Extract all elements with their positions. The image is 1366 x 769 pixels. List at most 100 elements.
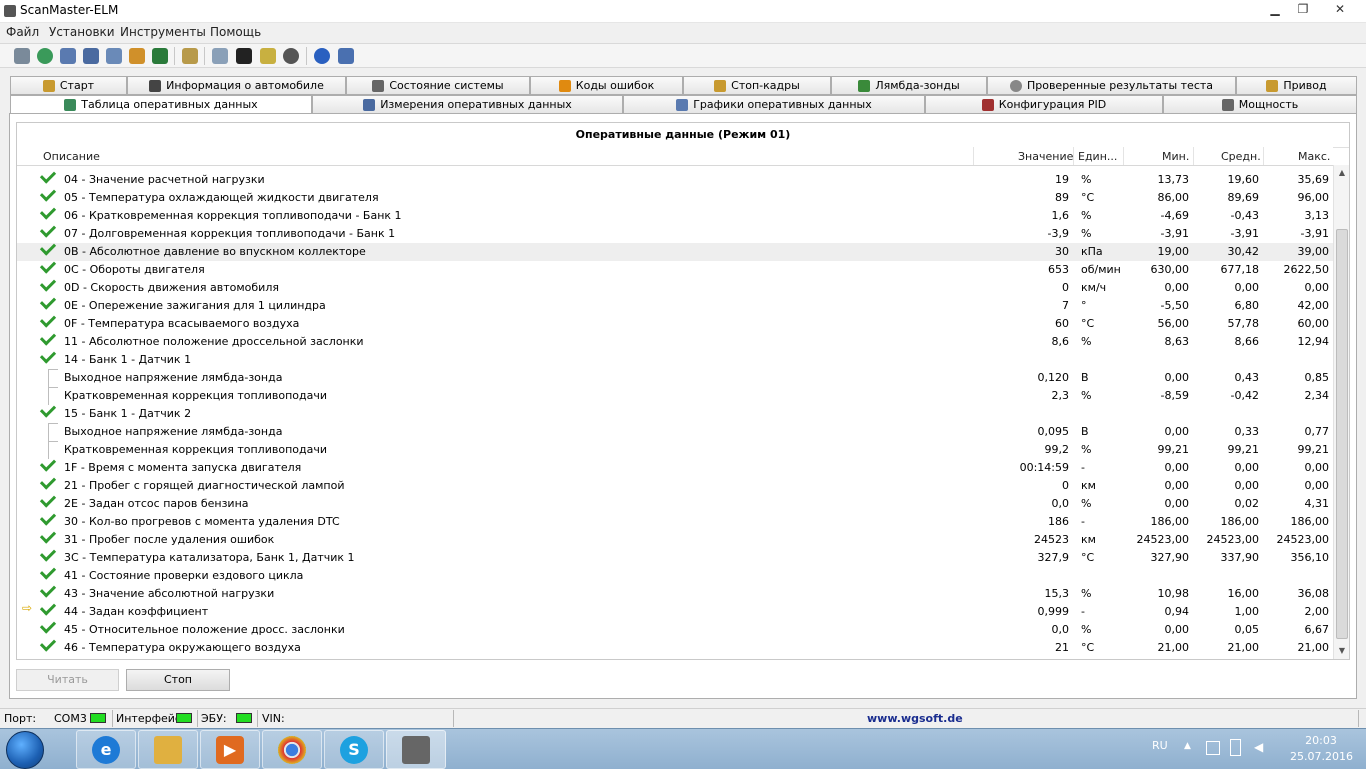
tab-pid-config[interactable]: Конфигурация PID <box>925 95 1163 114</box>
scroll-up-icon[interactable]: ▲ <box>1334 165 1349 181</box>
graph-icon[interactable] <box>129 48 145 64</box>
table-row[interactable]: 05 - Температура охлаждающей жидкости дв… <box>17 185 1333 207</box>
cell-avg: 337,90 <box>1220 551 1260 564</box>
table-row[interactable]: Выходное напряжение лямбда-зонда 0,120 В 0,… <box>17 369 1333 387</box>
table-row[interactable]: 41 - Состояние проверки ездового цикла <box>17 563 1333 585</box>
cell-min: 0,00 <box>1164 497 1190 510</box>
table-row[interactable]: 43 - Значение абсолютной нагрузки 15,3% 10… <box>17 581 1333 603</box>
header-value[interactable]: Значение <box>1018 150 1073 163</box>
table-row[interactable]: 30 - Кол-во прогревов с момента удаления… <box>17 509 1333 531</box>
table-row[interactable]: 06 - Кратковременная коррекция топливопо… <box>17 203 1333 225</box>
taskbar-skype[interactable]: S <box>324 730 384 769</box>
tab-live-data-graphs[interactable]: Графики оперативных данных <box>623 95 925 114</box>
tab-vehicle-info[interactable]: Информация о автомобиле <box>127 76 346 95</box>
table-icon[interactable] <box>83 48 99 64</box>
action-center-icon[interactable] <box>1206 741 1220 755</box>
stop-button[interactable]: Стоп <box>126 669 230 691</box>
table-row[interactable]: 15 - Банк 1 - Датчик 2 <box>17 401 1333 423</box>
cell-avg: 16,00 <box>1227 587 1260 600</box>
table-row[interactable]: 0C - Обороты двигателя 653 об/мин 630,00 677… <box>17 257 1333 279</box>
tab-test-results[interactable]: Проверенные результаты теста <box>987 76 1236 95</box>
tray-arrow-icon[interactable]: ▲ <box>1184 741 1191 751</box>
header-avg[interactable]: Средн. <box>1221 150 1261 163</box>
start-button[interactable] <box>6 731 44 769</box>
tab-drive[interactable]: Привод <box>1236 76 1357 95</box>
status-divider <box>453 710 454 727</box>
tab-freeze-frames[interactable]: Стоп-кадры <box>683 76 831 95</box>
battery-icon[interactable] <box>260 48 276 64</box>
clock-time[interactable]: 20:03 <box>1290 734 1352 747</box>
sensor-icon <box>858 80 871 92</box>
read-button[interactable]: Читать <box>16 669 119 691</box>
cell-unit: % <box>1081 173 1092 186</box>
actuator-icon <box>1266 80 1279 92</box>
menu-settings[interactable]: Установки <box>49 25 115 39</box>
search-icon[interactable] <box>212 48 228 64</box>
taskbar-chrome[interactable] <box>262 730 322 769</box>
table-row[interactable]: 21 - Пробег с горящей диагностической ла… <box>17 473 1333 495</box>
table-row[interactable]: 0E - Опережение зажигания для 1 цилиндра… <box>17 293 1333 315</box>
header-max[interactable]: Макс. <box>1298 150 1330 163</box>
status-icon[interactable] <box>152 48 168 64</box>
menu-tools[interactable]: Инструменты <box>120 25 206 39</box>
cell-avg: 0,00 <box>1234 281 1260 294</box>
tab-error-codes[interactable]: Коды ошибок <box>530 76 683 95</box>
table-row[interactable]: 07 - Долговременная коррекция топливопод… <box>17 221 1333 243</box>
maximize-button[interactable]: ❐ <box>1289 0 1317 18</box>
cell-unit: В <box>1081 371 1089 384</box>
table-row[interactable]: Кратковременная коррекция топливоподачи 9… <box>17 441 1333 459</box>
table-row[interactable]: 0B - Абсолютное давление во впускном кол… <box>17 239 1333 261</box>
cell-min: 8,63 <box>1164 335 1190 348</box>
table-row[interactable]: 1F - Время с момента запуска двигателя 00… <box>17 455 1333 477</box>
stop-icon[interactable] <box>283 48 299 64</box>
taskbar-scanmaster[interactable] <box>386 730 446 769</box>
table-row[interactable]: Кратковременная коррекция топливоподачи 2… <box>17 387 1333 405</box>
tab-lambda-sensors[interactable]: Лямбда-зонды <box>831 76 987 95</box>
close-button[interactable]: ✕ <box>1317 0 1363 18</box>
folder-icon <box>154 736 182 764</box>
menu-help[interactable]: Помощь <box>210 25 261 39</box>
header-description[interactable]: Описание <box>43 150 100 163</box>
exit-icon[interactable] <box>338 48 354 64</box>
table-row[interactable]: 11 - Абсолютное положение дроссельной за… <box>17 329 1333 351</box>
table-row[interactable]: 0F - Температура всасываемого воздуха 60 °… <box>17 311 1333 333</box>
terminal-icon[interactable] <box>236 48 252 64</box>
website-link[interactable]: www.wgsoft.de <box>867 712 963 725</box>
table-row[interactable]: 0D - Скорость движения автомобиля 0 км/ч 0,… <box>17 275 1333 297</box>
document-icon[interactable] <box>60 48 76 64</box>
table-row[interactable]: 04 - Значение расчетной нагрузки 19% 13,73… <box>17 171 1333 189</box>
vertical-scrollbar[interactable]: ▲ ▼ <box>1333 165 1349 659</box>
table-row[interactable]: Выходное напряжение лямбда-зонда 0,095 В 0,… <box>17 423 1333 441</box>
table-row[interactable]: 2E - Задан отсос паров бензина 0,0% 0,00 0,… <box>17 491 1333 513</box>
chart-icon[interactable] <box>106 48 122 64</box>
scroll-down-icon[interactable]: ▼ <box>1334 643 1349 659</box>
header-min[interactable]: Мин. <box>1162 150 1189 163</box>
minimize-button[interactable]: ▁ <box>1261 0 1289 18</box>
clock-date[interactable]: 25.07.2016 <box>1290 750 1353 763</box>
language-indicator[interactable]: RU <box>1152 739 1168 752</box>
scrollbar-thumb[interactable] <box>1336 229 1348 639</box>
cell-min: 99,21 <box>1157 443 1190 456</box>
clipboard-icon[interactable] <box>182 48 198 64</box>
tab-system-status[interactable]: Состояние системы <box>346 76 530 95</box>
taskbar-explorer[interactable] <box>138 730 198 769</box>
cell-unit: км <box>1081 533 1096 546</box>
taskbar-media[interactable]: ▶ <box>200 730 260 769</box>
table-row[interactable]: 45 - Относительное положение дросс. засл… <box>17 617 1333 639</box>
table-row[interactable]: 3C - Температура катализатора, Банк 1, Д… <box>17 545 1333 567</box>
table-row[interactable]: ⇨ 44 - Задан коэффициент 0,999- 0,94 1,00 2,0… <box>17 599 1333 621</box>
info-icon[interactable] <box>314 48 330 64</box>
tab-start[interactable]: Старт <box>10 76 127 95</box>
tab-live-data-measurements[interactable]: Измерения оперативных данных <box>312 95 623 114</box>
battery-icon[interactable] <box>1230 739 1241 756</box>
volume-icon[interactable]: ◀ <box>1254 740 1263 754</box>
table-row[interactable]: 31 - Пробег после удаления ошибок 24523 км… <box>17 527 1333 549</box>
connect-icon[interactable] <box>14 48 30 64</box>
table-row[interactable]: 46 - Температура окружающего воздуха 21 °C… <box>17 635 1333 657</box>
header-unit[interactable]: Един... <box>1078 150 1117 163</box>
taskbar-ie[interactable]: e <box>76 730 136 769</box>
menu-file[interactable]: Файл <box>6 25 39 39</box>
tab-power[interactable]: Мощность <box>1163 95 1357 114</box>
globe-icon[interactable] <box>37 48 53 64</box>
table-row[interactable]: 14 - Банк 1 - Датчик 1 <box>17 347 1333 369</box>
